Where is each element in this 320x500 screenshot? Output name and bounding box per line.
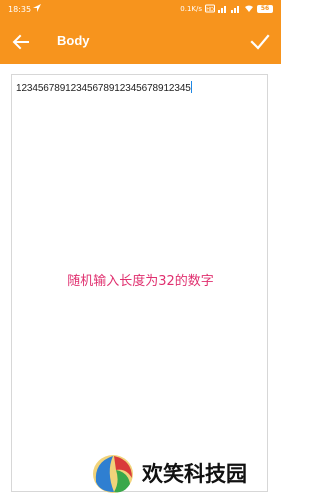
arrow-left-icon[interactable]: [11, 32, 31, 52]
battery-indicator: 56: [257, 4, 273, 13]
hd-icon: HD: [205, 4, 215, 13]
status-indicators: 0.1K/s HD 56: [180, 4, 273, 13]
watermark-text: 欢笑科技园: [142, 462, 247, 486]
body-text-value: 12345678912345678912345678912345: [16, 83, 191, 94]
app-screen: 18:35 0.1K/s HD 56 Body 1234567891234567…: [0, 0, 281, 500]
annotation-text: 随机输入长度为32的数字: [67, 274, 214, 289]
status-bar: 18:35 0.1K/s HD 56: [0, 0, 281, 20]
toolbar: Body: [0, 20, 281, 64]
signal-2-icon: [231, 6, 239, 13]
body-text-content[interactable]: 12345678912345678912345678912345: [16, 81, 192, 94]
navigation-arrow-icon: [33, 4, 41, 12]
checkmark-icon[interactable]: [249, 31, 271, 53]
page-title: Body: [57, 33, 90, 48]
status-time: 18:35: [8, 5, 32, 14]
text-cursor: [190, 81, 192, 93]
signal-icon: [218, 6, 226, 13]
watermark-logo: [93, 455, 133, 493]
svg-text:HD: HD: [206, 7, 214, 13]
network-speed: 0.1K/s: [180, 4, 202, 13]
watermark: 欢笑科技园: [86, 452, 281, 496]
wifi-icon: [245, 5, 253, 12]
